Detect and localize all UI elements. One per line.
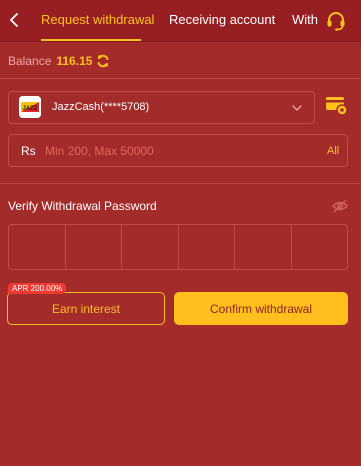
chevron-down-icon [292,105,302,111]
eye-off-icon[interactable] [332,199,348,213]
card-settings-icon[interactable] [325,95,348,116]
pin-digit-box[interactable] [9,225,66,269]
balance-value: 116.15 [56,54,93,68]
pin-digit-box[interactable] [66,225,122,269]
pin-digit-box[interactable] [122,225,179,269]
amount-input[interactable] [45,139,295,163]
chevron-left-icon[interactable] [7,11,21,29]
password-pin-input [8,224,348,270]
account-select[interactable]: JAZZ JazzCash(****5708) [8,91,315,124]
tab-receiving-account[interactable]: Receiving account [169,12,275,27]
tab-withdrawal-history[interactable]: With [292,12,318,27]
account-name: JazzCash(****5708) [52,101,150,113]
amount-field: Rs All [8,134,348,167]
pin-digit-box[interactable] [235,225,292,269]
earn-interest-button[interactable]: Earn interest [7,292,165,325]
password-label: Verify Withdrawal Password [8,199,157,213]
pin-digit-box[interactable] [292,225,348,269]
active-tab-indicator [41,39,141,41]
all-amount-button[interactable]: All [327,145,339,157]
svg-text:JAZZ: JAZZ [23,106,38,112]
refresh-icon[interactable] [96,54,110,68]
jazzcash-logo: JAZZ [19,96,41,118]
apr-badge: APR 200.00% [8,283,67,294]
confirm-withdrawal-button[interactable]: Confirm withdrawal [174,292,348,325]
divider [0,78,361,79]
currency-symbol: Rs [21,144,36,158]
divider [0,183,361,184]
pin-digit-box[interactable] [179,225,235,269]
tab-bar: Request withdrawal Receiving account Wit… [0,0,361,42]
balance-label: Balance [8,54,52,68]
tab-request-withdrawal[interactable]: Request withdrawal [41,12,154,27]
headset-icon[interactable] [325,10,347,32]
balance-row: Balance 116.15 [8,53,110,69]
